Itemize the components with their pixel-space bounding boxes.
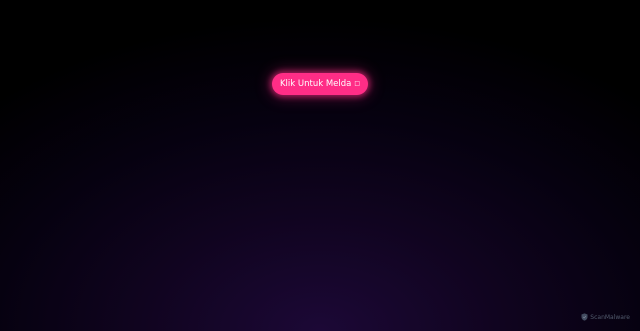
cta-button[interactable]: Klik Untuk Melda □ — [272, 73, 368, 95]
scanmalware-watermark: ScanMalware — [581, 313, 630, 321]
watermark-label: ScanMalware — [590, 313, 630, 321]
shield-logo-icon — [581, 313, 588, 321]
notification-square-icon: □ — [354, 80, 361, 87]
cta-button-label: Klik Untuk Melda — [279, 79, 352, 89]
